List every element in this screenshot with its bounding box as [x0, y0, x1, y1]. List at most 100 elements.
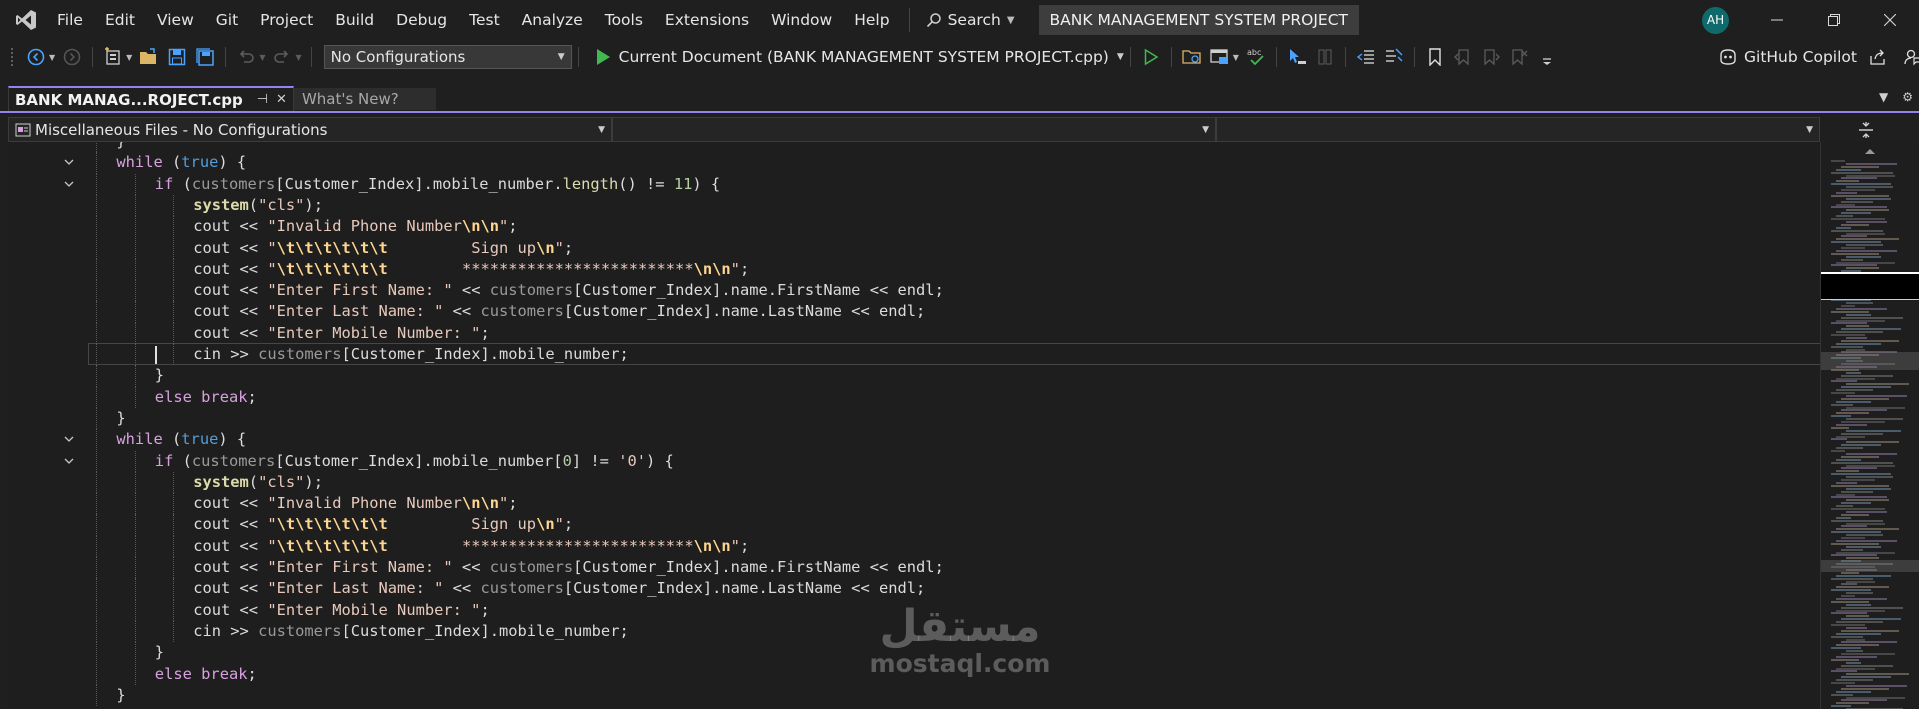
- github-copilot-button[interactable]: GitHub Copilot: [1718, 40, 1919, 74]
- project-scope-dropdown[interactable]: Miscellaneous Files - No Configurations …: [8, 117, 612, 142]
- tab-bank-management-cpp[interactable]: BANK MANAG...ROJECT.cpp ⊣ ✕: [8, 86, 294, 111]
- gear-icon[interactable]: ⚙: [1902, 90, 1913, 104]
- open-file-button[interactable]: [137, 44, 161, 70]
- close-icon[interactable]: ✕: [276, 92, 287, 107]
- menu-debug[interactable]: Debug: [385, 0, 458, 40]
- code-line[interactable]: cout << "Enter First Name: " << customer…: [8, 557, 1820, 579]
- back-button[interactable]: [24, 44, 48, 70]
- code-line[interactable]: }: [8, 684, 1820, 707]
- comment-button[interactable]: [1382, 44, 1406, 70]
- menu-tools[interactable]: Tools: [594, 0, 654, 40]
- fold-chevron-icon[interactable]: [62, 430, 76, 448]
- toolbar-grip[interactable]: [10, 47, 14, 67]
- select-button[interactable]: [1285, 44, 1309, 70]
- feedback-icon[interactable]: [1903, 48, 1919, 66]
- indent-guide: [96, 620, 98, 643]
- save-button[interactable]: [165, 44, 189, 70]
- toggle-bookmark-button[interactable]: [1423, 44, 1447, 70]
- configuration-select[interactable]: No Configurations ▼: [323, 45, 572, 69]
- code-line[interactable]: cout << "Enter Mobile Number: ";: [8, 599, 1820, 621]
- scrollbar-minimap[interactable]: [1820, 142, 1919, 709]
- previous-bookmark-button[interactable]: [1451, 44, 1475, 70]
- menu-help[interactable]: Help: [843, 0, 900, 40]
- menu-window[interactable]: Window: [760, 0, 843, 40]
- minimap-viewport[interactable]: [1821, 272, 1919, 300]
- code-line[interactable]: }: [8, 142, 1820, 153]
- code-line[interactable]: if (customers[Customer_Index].mobile_num…: [8, 173, 1820, 195]
- code-line[interactable]: cout << "Invalid Phone Number\n\n";: [8, 216, 1820, 238]
- minimize-button[interactable]: [1748, 0, 1806, 40]
- restore-button[interactable]: [1805, 0, 1863, 40]
- chevron-down-icon[interactable]: ▼: [49, 53, 55, 62]
- menu-file[interactable]: File: [46, 0, 94, 40]
- scroll-up-icon[interactable]: [1821, 144, 1919, 158]
- code-line[interactable]: else break;: [8, 386, 1820, 408]
- code-line[interactable]: if (customers[Customer_Index].mobile_num…: [8, 450, 1820, 472]
- share-icon[interactable]: [1869, 48, 1887, 66]
- code-line[interactable]: cout << "\t\t\t\t\t\t ******************…: [8, 258, 1820, 281]
- code-line[interactable]: system("cls");: [8, 471, 1820, 494]
- code-line[interactable]: cout << "Enter First Name: " << customer…: [8, 280, 1820, 302]
- code-line[interactable]: while (true) {: [8, 152, 1820, 174]
- code-line[interactable]: }: [8, 407, 1820, 430]
- chevron-down-icon[interactable]: ▼: [259, 53, 265, 62]
- vs-logo-icon[interactable]: [6, 0, 46, 40]
- code-line[interactable]: cout << "\t\t\t\t\t\t Sign up\n";: [8, 237, 1820, 259]
- solution-explorer-button[interactable]: [1180, 44, 1204, 70]
- fold-chevron-icon[interactable]: [62, 452, 76, 470]
- search-button[interactable]: Search ▼: [916, 0, 1025, 40]
- code-line[interactable]: cin >> customers[Customer_Index].mobile_…: [8, 344, 1820, 366]
- code-line[interactable]: else break;: [8, 663, 1820, 685]
- code-text: }: [116, 685, 125, 706]
- redo-button[interactable]: [270, 44, 294, 70]
- toolbar-options-button[interactable]: [1535, 44, 1559, 70]
- fold-chevron-icon[interactable]: [62, 175, 76, 193]
- code-token: \n\n: [693, 536, 731, 555]
- menu-edit[interactable]: Edit: [94, 0, 146, 40]
- toggle-breakpoint-button[interactable]: [1313, 44, 1337, 70]
- save-all-button[interactable]: [193, 44, 217, 70]
- code-editor[interactable]: }while (true) {if (customers[Customer_In…: [8, 142, 1820, 709]
- menu-test[interactable]: Test: [458, 0, 511, 40]
- minimap-line: [1846, 510, 1887, 513]
- window-layout-button[interactable]: [1208, 44, 1232, 70]
- next-bookmark-button[interactable]: [1479, 44, 1503, 70]
- menu-analyze[interactable]: Analyze: [511, 0, 594, 40]
- outdent-button[interactable]: [1354, 44, 1378, 70]
- close-window-button[interactable]: [1861, 0, 1919, 40]
- code-line[interactable]: cout << "Invalid Phone Number\n\n";: [8, 493, 1820, 515]
- clear-bookmarks-button[interactable]: [1507, 44, 1531, 70]
- tab-whats-new[interactable]: What's New?: [293, 88, 436, 110]
- code-line[interactable]: cout << "\t\t\t\t\t\t ******************…: [8, 535, 1820, 557]
- member-scope-dropdown[interactable]: ▼: [1216, 117, 1820, 142]
- menu-build[interactable]: Build: [324, 0, 385, 40]
- menu-git[interactable]: Git: [205, 0, 249, 40]
- code-line[interactable]: cin >> customers[Customer_Index].mobile_…: [8, 620, 1820, 643]
- tab-list-chevron-icon[interactable]: ▼: [1879, 90, 1888, 104]
- pin-icon[interactable]: ⊣: [257, 92, 268, 107]
- run-target-button[interactable]: Current Document (BANK MANAGEMENT SYSTEM…: [595, 48, 1124, 66]
- code-line[interactable]: while (true) {: [8, 429, 1820, 451]
- start-without-debugging-button[interactable]: [1139, 44, 1163, 70]
- code-line[interactable]: cout << "\t\t\t\t\t\t Sign up\n";: [8, 514, 1820, 536]
- chevron-down-icon[interactable]: ▼: [295, 53, 301, 62]
- code-line[interactable]: }: [8, 642, 1820, 664]
- undo-button[interactable]: [234, 44, 258, 70]
- chevron-down-icon[interactable]: ▼: [1233, 53, 1239, 62]
- code-line[interactable]: cout << "Enter Last Name: " << customers…: [8, 301, 1820, 323]
- chevron-down-icon[interactable]: ▼: [126, 53, 132, 62]
- menu-view[interactable]: View: [146, 0, 205, 40]
- forward-button[interactable]: [60, 44, 84, 70]
- avatar[interactable]: AH: [1702, 7, 1729, 34]
- menu-project[interactable]: Project: [249, 0, 324, 40]
- spell-check-button[interactable]: abc: [1244, 44, 1268, 70]
- fold-chevron-icon[interactable]: [62, 153, 76, 171]
- type-scope-dropdown[interactable]: ▼: [612, 117, 1216, 142]
- code-line[interactable]: cout << "Enter Mobile Number: ";: [8, 322, 1820, 344]
- split-window-button[interactable]: [1820, 117, 1912, 142]
- code-line[interactable]: }: [8, 365, 1820, 387]
- new-project-button[interactable]: [101, 44, 125, 70]
- code-line[interactable]: system("cls");: [8, 194, 1820, 217]
- code-line[interactable]: cout << "Enter Last Name: " << customers…: [8, 578, 1820, 600]
- menu-extensions[interactable]: Extensions: [654, 0, 760, 40]
